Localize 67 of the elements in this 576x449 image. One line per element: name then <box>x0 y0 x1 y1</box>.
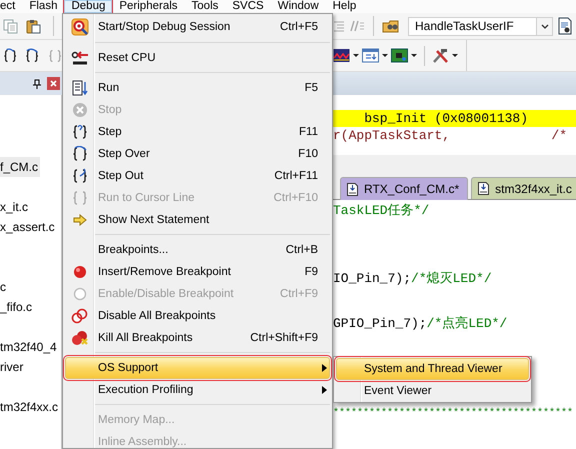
file-item[interactable]: river <box>0 357 24 377</box>
file-item[interactable]: c <box>0 277 6 297</box>
menu-item[interactable]: Insert/Remove Breakpoint F9 <box>65 261 330 283</box>
function-combo[interactable]: HandleTaskUserIF <box>408 16 553 36</box>
menu-item[interactable]: Breakpoints... Ctrl+B <box>65 239 330 261</box>
menu-item[interactable]: Execution Profiling <box>65 379 330 401</box>
breakpoint-delete-icon <box>71 330 89 346</box>
document-search-icon[interactable] <box>557 17 573 35</box>
paste-icon[interactable] <box>26 18 41 34</box>
file-item[interactable]: tm32f4xx.c <box>0 397 58 417</box>
braces-arrow-icon <box>72 168 88 184</box>
hammer-wrench-icon[interactable] <box>432 48 449 63</box>
file-item[interactable]: f_CM.c <box>0 157 40 177</box>
circle-icon <box>73 287 87 301</box>
file-item[interactable]: _fifo.c <box>0 297 32 317</box>
menu-bar-item[interactable]: Peripherals <box>112 0 185 13</box>
menu-item[interactable]: Step Out Ctrl+F11 <box>65 165 330 187</box>
arrow-icon <box>73 214 87 226</box>
code-line: **************************************** <box>333 406 574 420</box>
waveform-icon[interactable] <box>333 48 350 63</box>
menu-item[interactable]: Event Viewer <box>336 380 529 402</box>
code-line: r(AppTaskStart, /* <box>333 127 568 144</box>
caret-icon[interactable] <box>411 54 417 57</box>
breakpoint-icon <box>73 265 87 279</box>
rings-icon <box>71 308 89 324</box>
braces-icon <box>72 190 88 206</box>
file-item[interactable]: tm32f40_4 <box>0 337 57 357</box>
pin-arrow-icon <box>71 50 89 66</box>
braces-arrow-icon <box>72 146 88 162</box>
caret-icon[interactable] <box>353 54 359 57</box>
chevron-icon <box>540 24 548 28</box>
menu-item[interactable]: Step F11 <box>65 121 330 143</box>
code-line: IO_Pin_7);/*熄灭LED*/ <box>333 270 492 288</box>
braces-arrow-icon[interactable] <box>3 48 18 64</box>
menu-bar-item[interactable]: Flash <box>22 0 64 13</box>
document-arrow-icon <box>72 80 88 96</box>
close-icon[interactable] <box>47 77 60 90</box>
code-line: GPIO_Pin_7);/*点亮LED*/ <box>333 314 508 332</box>
menu-bar-item[interactable]: Help <box>326 0 364 13</box>
dropdown-button[interactable] <box>536 18 552 34</box>
menu-item[interactable]: Show Next Statement <box>65 209 330 231</box>
caret-icon[interactable] <box>452 54 458 57</box>
folder-binoculars-icon[interactable] <box>382 18 400 34</box>
code-line: TaskLED任务*/ <box>333 202 430 220</box>
pin-icon[interactable] <box>33 78 41 88</box>
braces-arrow-icon <box>72 124 88 140</box>
menu-item[interactable]: OS Support <box>65 357 330 379</box>
menu-item[interactable]: Kill All Breakpoints Ctrl+Shift+F9 <box>65 327 330 349</box>
menu-item[interactable]: Run F5 <box>65 77 330 99</box>
menu-bar-item[interactable]: SVCS <box>225 0 271 13</box>
caret-icon[interactable] <box>382 54 388 57</box>
menu-item[interactable]: System and Thread Viewer <box>336 358 529 380</box>
menu-item[interactable]: Disable All Breakpoints <box>65 305 330 327</box>
debug-session-icon <box>71 18 89 36</box>
menu-bar-item[interactable]: Window <box>270 0 326 13</box>
menu-bar-item[interactable]: Tools <box>184 0 226 13</box>
braces-arrow-icon[interactable] <box>25 48 40 64</box>
file-item[interactable]: x_assert.c <box>0 217 55 237</box>
stop-icon <box>72 102 88 118</box>
file-item[interactable]: x_it.c <box>0 197 28 217</box>
menu-bar-item[interactable]: Debug <box>64 0 112 13</box>
menu-bar-item[interactable]: ect <box>0 0 22 13</box>
editor-tab[interactable]: stm32f4xx_it.c <box>471 177 576 199</box>
editor-tab[interactable]: RTX_Conf_CM.c* <box>340 177 468 200</box>
menu-item[interactable]: Start/Stop Debug Session Ctrl+F5 <box>65 15 330 39</box>
menu-item[interactable]: Step Over F10 <box>65 143 330 165</box>
circuit-board-icon[interactable] <box>391 48 408 63</box>
